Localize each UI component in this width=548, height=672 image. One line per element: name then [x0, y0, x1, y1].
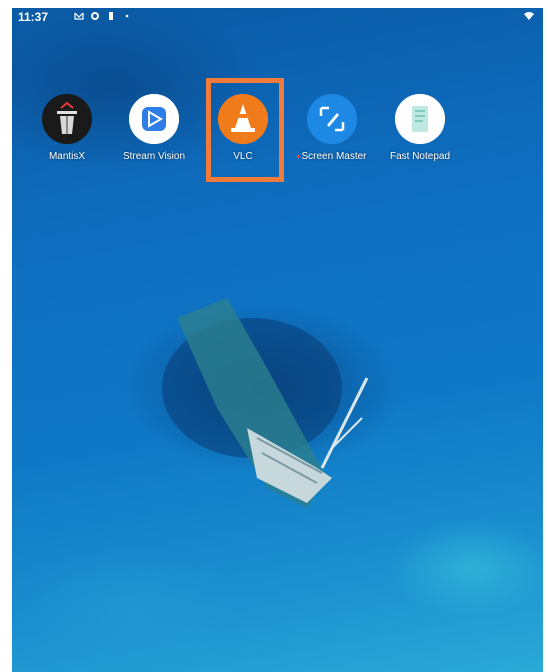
wifi-icon — [524, 12, 534, 20]
app-mantisx[interactable]: MantisX — [22, 94, 112, 162]
stream-vision-icon — [129, 94, 179, 144]
status-bar: 11:37 — [12, 8, 543, 28]
app-label: Stream Vision — [122, 151, 186, 162]
screen-master-icon — [307, 94, 357, 144]
app-screen-master[interactable]: Screen Master — [287, 94, 377, 162]
app-label: Screen Master — [287, 151, 377, 162]
app-label: MantisX — [48, 151, 86, 162]
app-label: Fast Notepad — [389, 151, 451, 162]
app-stream-vision[interactable]: Stream Vision — [109, 94, 199, 162]
highlight-box — [206, 78, 284, 182]
dot-icon — [125, 14, 129, 18]
app-fast-notepad[interactable]: Fast Notepad — [375, 94, 465, 162]
clock: 11:37 — [18, 10, 49, 24]
fast-notepad-icon — [395, 94, 445, 144]
shipwreck-image — [162, 298, 369, 508]
gmail-icon — [74, 12, 84, 20]
circle-app-icon — [91, 12, 99, 20]
battery-icon — [109, 12, 113, 20]
notification-icons — [74, 11, 132, 21]
home-screen: 11:37 MantisX Stream Vision VLC Screen M… — [12, 8, 543, 672]
mantisx-icon — [42, 94, 92, 144]
